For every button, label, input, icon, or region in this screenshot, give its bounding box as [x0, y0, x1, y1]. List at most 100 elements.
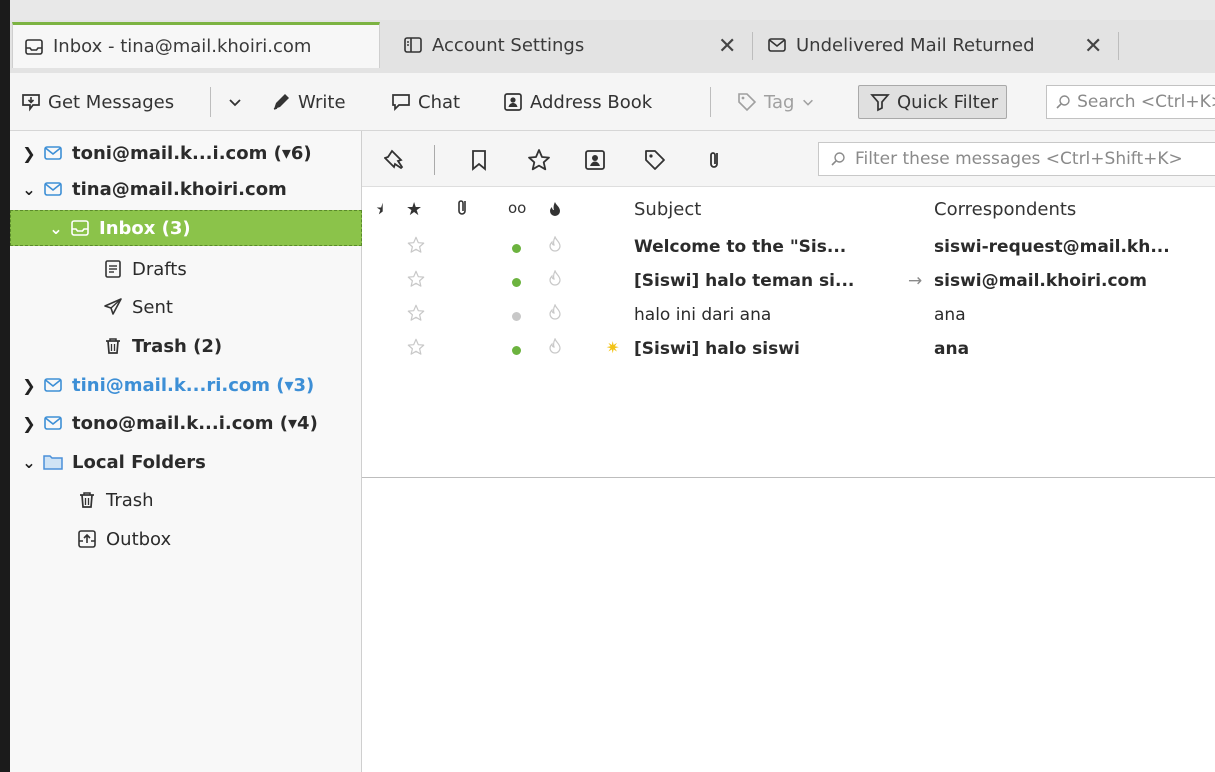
- tab-bar: Inbox - tina@mail.khoiri.com Account Set…: [10, 0, 1215, 73]
- chevron-down-icon: [800, 94, 816, 110]
- read-status-dot[interactable]: [512, 346, 521, 355]
- folder-label: tina@mail.khoiri.com: [72, 178, 287, 200]
- get-messages-button[interactable]: Get Messages: [18, 85, 174, 119]
- message-correspondent[interactable]: siswi@mail.khoiri.com: [934, 271, 1214, 291]
- chevron-down-icon[interactable]: ⌄: [20, 453, 38, 472]
- star-icon[interactable]: [406, 303, 426, 323]
- subject-column-header[interactable]: Subject: [634, 199, 701, 220]
- chat-label: Chat: [418, 91, 461, 113]
- address-book-label: Address Book: [530, 91, 653, 113]
- message-subject[interactable]: Welcome to the "Sis...: [634, 237, 904, 257]
- envelope-icon: [42, 178, 64, 200]
- close-icon[interactable]: ✕: [718, 34, 736, 59]
- starred-filter-icon[interactable]: [526, 147, 552, 173]
- folder-trash[interactable]: Trash (2): [10, 328, 362, 364]
- chevron-right-icon[interactable]: ❯: [20, 414, 38, 433]
- folder-inbox[interactable]: ⌄ Inbox (3): [10, 210, 362, 246]
- folder-label: tini@mail.k...ri.com (▾3): [72, 374, 315, 396]
- search-input[interactable]: Search <Ctrl+K>: [1046, 85, 1215, 119]
- close-icon[interactable]: ✕: [1084, 34, 1102, 59]
- tab-separator: [1118, 32, 1119, 60]
- get-messages-icon: [18, 89, 44, 115]
- drafts-icon: [102, 258, 124, 280]
- tab-inbox[interactable]: Inbox - tina@mail.khoiri.com: [12, 22, 380, 68]
- thread-column-icon[interactable]: ⯨: [376, 199, 383, 223]
- folder-pane: ❯ toni@mail.k...i.com (▾6) ⌄ tina@mail.k…: [10, 131, 362, 772]
- tab-undelivered-mail[interactable]: Undelivered Mail Returned: [756, 22, 1056, 68]
- chevron-down-icon[interactable]: ⌄: [20, 180, 38, 199]
- junk-status-icon[interactable]: [548, 236, 562, 254]
- search-icon: [829, 150, 847, 168]
- filter-messages-input[interactable]: Filter these messages <Ctrl+Shift+K>: [818, 142, 1215, 176]
- message-subject[interactable]: [Siswi] halo teman si...: [634, 271, 904, 291]
- folder-account-tini[interactable]: ❯ tini@mail.k...ri.com (▾3): [10, 367, 362, 403]
- tag-label: Tag: [764, 91, 795, 113]
- envelope-icon: [42, 142, 64, 164]
- folder-account-tina[interactable]: ⌄ tina@mail.khoiri.com: [10, 171, 362, 207]
- filter-icon: [867, 89, 893, 115]
- sticky-pin-icon[interactable]: [384, 147, 410, 173]
- message-row[interactable]: ✷ [Siswi] halo siswi ana: [362, 333, 1215, 367]
- write-button[interactable]: Write: [268, 85, 346, 119]
- star-icon[interactable]: [406, 337, 426, 357]
- title-strip: [10, 0, 1215, 20]
- unread-filter-icon[interactable]: [466, 147, 492, 173]
- new-message-icon: ✷: [606, 338, 620, 357]
- chevron-right-icon[interactable]: ❯: [20, 144, 38, 163]
- address-book-button[interactable]: Address Book: [500, 85, 652, 119]
- envelope-icon: [42, 374, 64, 396]
- filter-separator: [434, 145, 435, 175]
- quick-filter-button[interactable]: Quick Filter: [858, 85, 1008, 119]
- message-row[interactable]: [Siswi] halo teman si... → siswi@mail.khoi…: [362, 265, 1215, 299]
- star-column-icon[interactable]: ★: [406, 199, 422, 220]
- junk-column-icon[interactable]: [548, 201, 562, 217]
- quick-filter-label: Quick Filter: [897, 91, 999, 113]
- correspondents-column-header[interactable]: Correspondents: [934, 199, 1076, 220]
- message-correspondent[interactable]: ana: [934, 339, 1214, 359]
- read-status-dot[interactable]: [512, 278, 521, 287]
- junk-status-icon[interactable]: [548, 304, 562, 322]
- read-status-dot[interactable]: [512, 244, 521, 253]
- message-correspondent[interactable]: siswi-request@mail.kh...: [934, 237, 1214, 257]
- toolbar-separator: [210, 87, 211, 117]
- folder-label: Drafts: [132, 258, 187, 280]
- trash-icon: [102, 335, 124, 357]
- address-book-icon: [500, 89, 526, 115]
- chevron-right-icon[interactable]: ❯: [20, 376, 38, 395]
- tab-label: Inbox - tina@mail.khoiri.com: [53, 36, 312, 57]
- junk-status-icon[interactable]: [548, 270, 562, 288]
- folder-account-toni[interactable]: ❯ toni@mail.k...i.com (▾6): [10, 135, 362, 171]
- message-row[interactable]: Welcome to the "Sis... siswi-request@mail…: [362, 231, 1215, 265]
- tab-separator: [752, 32, 753, 60]
- folder-label: tono@mail.k...i.com (▾4): [72, 412, 318, 434]
- contact-filter-icon[interactable]: [582, 147, 608, 173]
- message-preview-pane: [362, 478, 1215, 772]
- attachment-column-icon[interactable]: [454, 197, 472, 219]
- read-column-icon[interactable]: oo: [508, 199, 526, 217]
- get-messages-dropdown[interactable]: [222, 85, 252, 119]
- tag-filter-icon[interactable]: [642, 147, 668, 173]
- folder-local-folders[interactable]: ⌄ Local Folders: [10, 444, 362, 480]
- folder-account-tono[interactable]: ❯ tono@mail.k...i.com (▾4): [10, 405, 362, 441]
- folder-drafts[interactable]: Drafts: [10, 251, 362, 287]
- folder-label: Sent: [132, 296, 173, 318]
- tab-account-settings[interactable]: Account Settings: [392, 22, 722, 68]
- filter-placeholder: Filter these messages <Ctrl+Shift+K>: [855, 149, 1183, 169]
- message-subject[interactable]: [Siswi] halo siswi: [634, 339, 904, 359]
- message-correspondent[interactable]: ana: [934, 305, 1214, 325]
- folder-sent[interactable]: Sent: [10, 289, 362, 325]
- junk-status-icon[interactable]: [548, 338, 562, 356]
- folder-local-trash[interactable]: Trash: [10, 482, 362, 518]
- message-subject[interactable]: halo ini dari ana: [634, 305, 904, 325]
- folder-outbox[interactable]: Outbox: [10, 521, 362, 557]
- read-status-dot[interactable]: [512, 312, 521, 321]
- star-icon[interactable]: [406, 269, 426, 289]
- message-row[interactable]: halo ini dari ana ana: [362, 299, 1215, 333]
- tag-button[interactable]: Tag: [734, 85, 820, 119]
- attachment-filter-icon[interactable]: [702, 147, 728, 173]
- star-icon[interactable]: [406, 235, 426, 255]
- outbox-icon: [76, 528, 98, 550]
- chevron-down-icon[interactable]: ⌄: [47, 219, 65, 238]
- chat-button[interactable]: Chat: [388, 85, 460, 119]
- tab-label: Account Settings: [432, 34, 585, 56]
